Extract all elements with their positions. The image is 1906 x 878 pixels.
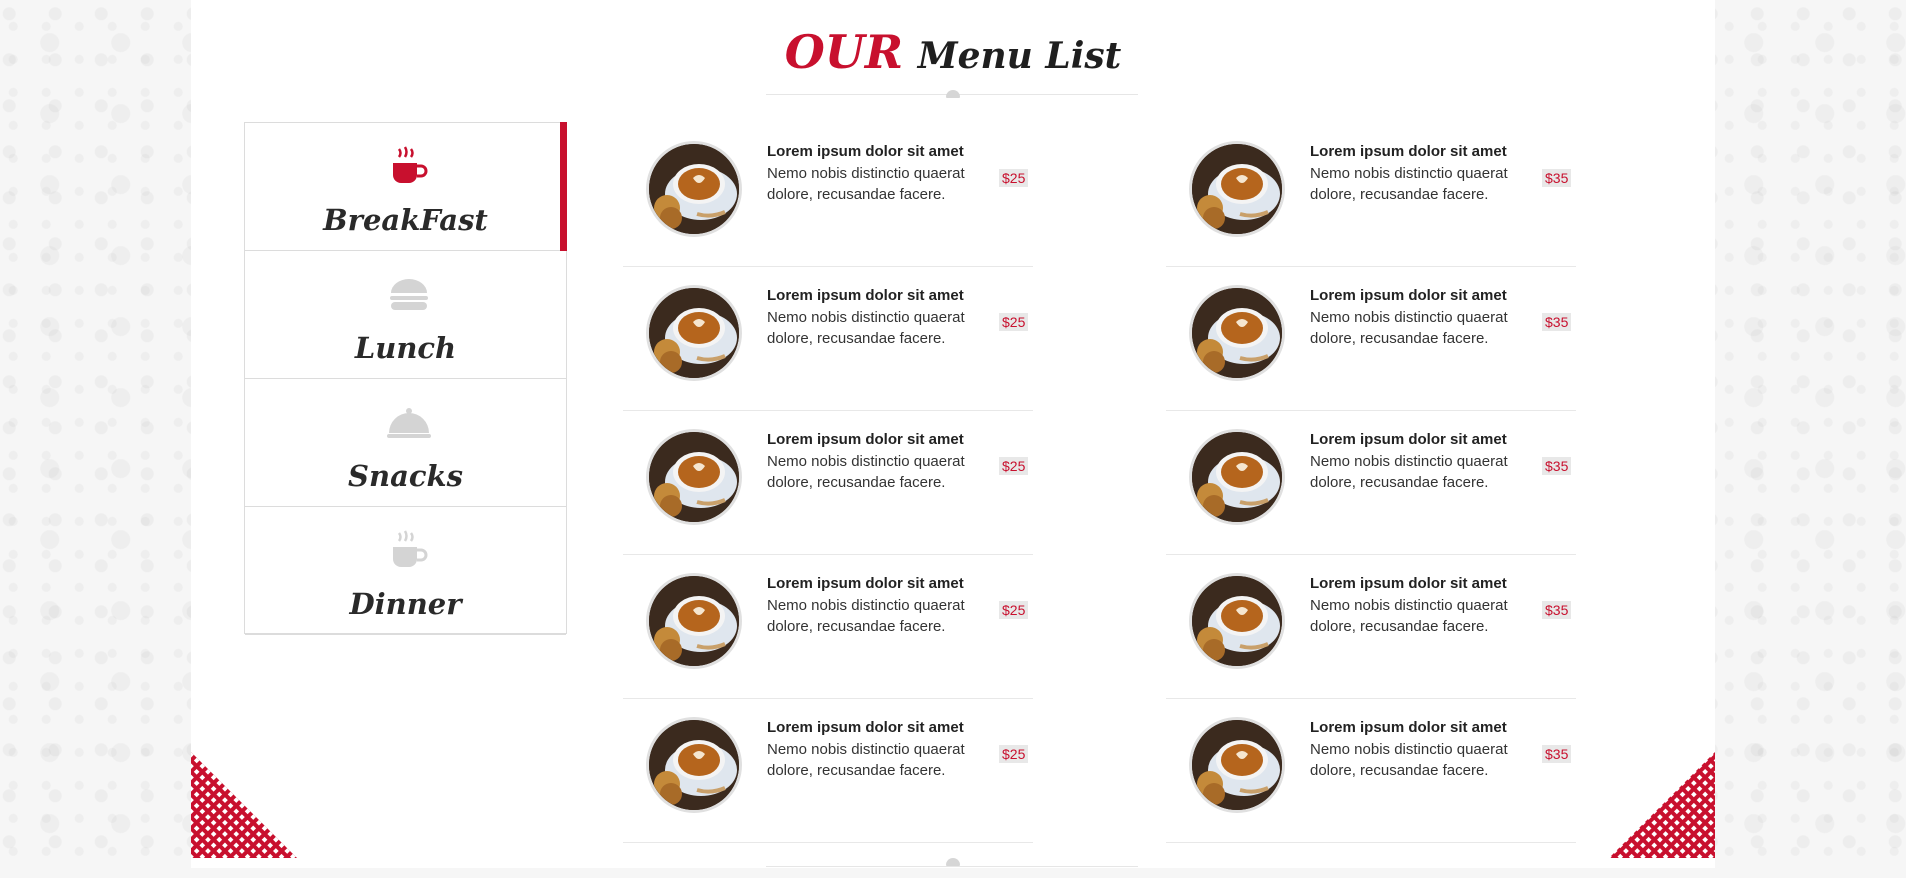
item-description: Nemo nobis distinctio quaerat dolore, re… (767, 453, 965, 491)
coffee-image (646, 141, 742, 237)
item-description: Nemo nobis distinctio quaerat dolore, re… (767, 741, 965, 779)
item-title: Lorem ipsum dolor sit amet (1310, 575, 1507, 592)
menu-item[interactable]: Lorem ipsum dolor sit amet Nemo nobis dis… (1166, 123, 1576, 267)
menu-item[interactable]: Lorem ipsum dolor sit amet Nemo nobis dis… (1166, 411, 1576, 555)
section-heading: OUR Menu List (191, 22, 1715, 86)
tab-label: Snacks (348, 459, 463, 493)
burger-icon (390, 279, 428, 310)
menu-item[interactable]: Lorem ipsum dolor sit amet Nemo nobis dis… (623, 411, 1033, 555)
item-description: Nemo nobis distinctio quaerat dolore, re… (1310, 453, 1508, 491)
checkered-tablecloth-corner-left (191, 752, 297, 858)
coffee-image (646, 285, 742, 381)
tab-label: Lunch (354, 331, 457, 365)
menu-panel: OUR Menu List BreakFast Lunch Snacks Din… (191, 0, 1715, 868)
price-tag: $25 (999, 457, 1029, 475)
tab-breakfast[interactable]: BreakFast (245, 122, 567, 251)
price-tag: $35 (1542, 313, 1572, 331)
item-title: Lorem ipsum dolor sit amet (767, 719, 964, 736)
tab-label: BreakFast (323, 203, 488, 237)
coffee-cup-icon (393, 146, 428, 183)
item-description: Nemo nobis distinctio quaerat dolore, re… (1310, 165, 1508, 203)
cloche-icon (387, 408, 431, 438)
item-description: Nemo nobis distinctio quaerat dolore, re… (767, 597, 965, 635)
menu-item[interactable]: Lorem ipsum dolor sit amet Nemo nobis dis… (623, 267, 1033, 411)
item-description: Nemo nobis distinctio quaerat dolore, re… (767, 165, 965, 203)
menu-item[interactable]: Lorem ipsum dolor sit amet Nemo nobis dis… (1166, 699, 1576, 843)
coffee-cup-icon (393, 530, 428, 567)
price-tag: $35 (1542, 457, 1572, 475)
coffee-image (1189, 717, 1285, 813)
item-description: Nemo nobis distinctio quaerat dolore, re… (767, 309, 965, 347)
tab-snacks[interactable]: Snacks (245, 379, 566, 507)
price-tag: $35 (1542, 169, 1572, 187)
checkered-tablecloth-corner-right (1609, 752, 1715, 858)
menu-item[interactable]: Lorem ipsum dolor sit amet Nemo nobis dis… (623, 699, 1033, 843)
tab-dinner[interactable]: Dinner (245, 507, 566, 635)
price-tag: $25 (999, 601, 1029, 619)
heading-accent: OUR (784, 25, 904, 79)
item-title: Lorem ipsum dolor sit amet (767, 143, 964, 160)
price-tag: $35 (1542, 745, 1572, 763)
coffee-image (1189, 429, 1285, 525)
price-tag: $25 (999, 169, 1029, 187)
item-description: Nemo nobis distinctio quaerat dolore, re… (1310, 741, 1508, 779)
item-title: Lorem ipsum dolor sit amet (1310, 143, 1507, 160)
coffee-image (1189, 285, 1285, 381)
coffee-image (1189, 141, 1285, 237)
item-title: Lorem ipsum dolor sit amet (1310, 287, 1507, 304)
menu-item[interactable]: Lorem ipsum dolor sit amet Nemo nobis dis… (623, 555, 1033, 699)
tab-lunch[interactable]: Lunch (245, 251, 566, 379)
item-title: Lorem ipsum dolor sit amet (767, 575, 964, 592)
price-tag: $35 (1542, 601, 1572, 619)
cloche-divider-icon (946, 90, 960, 98)
category-sidebar: BreakFast Lunch Snacks Dinner (244, 122, 567, 635)
coffee-image (646, 573, 742, 669)
item-title: Lorem ipsum dolor sit amet (767, 431, 964, 448)
tab-label: Dinner (349, 587, 462, 621)
coffee-image (646, 717, 742, 813)
item-title: Lorem ipsum dolor sit amet (767, 287, 964, 304)
cloche-divider-icon (946, 858, 960, 866)
menu-item[interactable]: Lorem ipsum dolor sit amet Nemo nobis dis… (1166, 555, 1576, 699)
menu-item[interactable]: Lorem ipsum dolor sit amet Nemo nobis dis… (1166, 267, 1576, 411)
item-title: Lorem ipsum dolor sit amet (1310, 431, 1507, 448)
menu-item[interactable]: Lorem ipsum dolor sit amet Nemo nobis dis… (623, 123, 1033, 267)
price-tag: $25 (999, 313, 1029, 331)
coffee-image (1189, 573, 1285, 669)
footer-divider (766, 866, 1138, 867)
heading-title: Menu List (917, 35, 1122, 77)
price-tag: $25 (999, 745, 1029, 763)
item-description: Nemo nobis distinctio quaerat dolore, re… (1310, 597, 1508, 635)
item-title: Lorem ipsum dolor sit amet (1310, 719, 1507, 736)
item-description: Nemo nobis distinctio quaerat dolore, re… (1310, 309, 1508, 347)
coffee-image (646, 429, 742, 525)
